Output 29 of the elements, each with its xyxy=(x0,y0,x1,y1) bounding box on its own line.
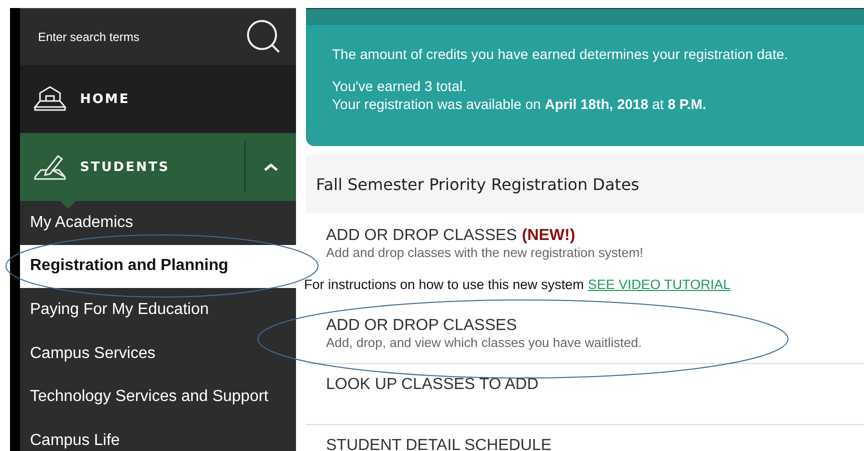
sidebar-item[interactable]: Campus Services xyxy=(20,332,296,376)
entry-description: Add and drop classes with the new registration system! xyxy=(326,245,644,261)
sidebar-item[interactable]: Paying For My Education xyxy=(20,288,296,332)
sidebar-item[interactable]: Registration and Planning xyxy=(20,244,296,288)
instruction-text: For instructions on how to use this new system xyxy=(304,277,584,293)
search-field[interactable]: Enter search terms xyxy=(36,29,246,45)
sidebar-item[interactable]: My Academics xyxy=(20,201,296,245)
collapse-chevron-icon[interactable] xyxy=(264,163,278,171)
search-icon[interactable] xyxy=(246,19,282,55)
info-text: The amount of credits you have earned determines your registration date. xyxy=(332,45,790,63)
entry-title[interactable]: ADD OR DROP CLASSES xyxy=(326,227,517,245)
pencil-icon xyxy=(32,153,68,181)
nav-label: STUDENTS xyxy=(80,160,171,174)
entry-title[interactable]: STUDENT DETAIL SCHEDULE xyxy=(326,437,552,451)
sidebar-item[interactable]: Technology Services and Support xyxy=(20,375,296,419)
nav-item[interactable]: HOME xyxy=(20,65,296,133)
section-title: Fall Semester Priority Registration Dates xyxy=(316,174,640,194)
entry-title[interactable]: LOOK UP CLASSES TO ADD xyxy=(326,376,539,394)
entry-description: Add, drop, and view which classes you have waitlisted. xyxy=(326,335,643,351)
new-label: (NEW!) xyxy=(522,227,576,245)
house-icon xyxy=(32,85,68,113)
entry-title[interactable]: ADD OR DROP CLASSES xyxy=(326,317,517,335)
sidebar-item[interactable]: Campus Life xyxy=(20,418,296,451)
pointer-notch xyxy=(60,201,76,209)
info-text: You've earned 3 total. xyxy=(332,77,468,95)
tutorial-link[interactable]: SEE VIDEO TUTORIAL xyxy=(588,277,731,293)
info-text: Your registration was available on April 18th, 2018 at 8 P.M. xyxy=(332,95,708,113)
nav-label: HOME xyxy=(80,92,131,106)
nav-item[interactable]: STUDENTS xyxy=(20,133,296,201)
